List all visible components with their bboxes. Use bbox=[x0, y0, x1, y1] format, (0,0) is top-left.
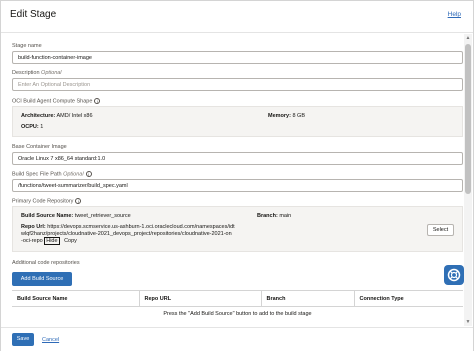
base-image-input[interactable]: Oracle Linux 7 x86_64 standard:1.0 bbox=[12, 152, 463, 165]
info-icon[interactable]: i bbox=[75, 198, 82, 204]
panel-title: Edit Stage bbox=[10, 9, 57, 20]
branch-value: main bbox=[279, 213, 292, 219]
description-label: Description Optional bbox=[12, 70, 62, 76]
column-build-source-name[interactable]: Build Source Name bbox=[12, 290, 139, 307]
compute-shape-label: OCI Build Agent Compute Shape i bbox=[12, 98, 101, 104]
ocpu-label: OCPU: bbox=[21, 124, 39, 130]
stage-name-label: Stage name bbox=[12, 43, 42, 49]
scroll-down-icon[interactable]: ▼ bbox=[465, 319, 471, 325]
copy-link[interactable]: Copy bbox=[64, 238, 77, 244]
additional-repos-label: Additional code repositories bbox=[12, 260, 80, 266]
architecture-value: AMD/ Intel x86 bbox=[56, 113, 93, 119]
compute-shape-box: Architecture: AMD/ Intel x86 Memory: 8 G… bbox=[12, 106, 463, 137]
memory-label: Memory: bbox=[268, 113, 291, 119]
column-repo-url[interactable]: Repo URL bbox=[138, 290, 261, 307]
source-name-label: Build Source Name: bbox=[21, 213, 74, 219]
edit-stage-panel: Edit Stage Help Stage name build-functio… bbox=[0, 0, 474, 351]
cancel-link[interactable]: Cancel bbox=[42, 337, 59, 343]
scroll-up-icon[interactable]: ▲ bbox=[465, 35, 471, 41]
info-icon[interactable]: i bbox=[94, 98, 101, 104]
select-repo-button[interactable]: Select bbox=[427, 224, 454, 236]
panel-footer: Save Cancel bbox=[1, 327, 473, 351]
architecture-label: Architecture: bbox=[21, 113, 56, 119]
primary-repo-box: Build Source Name: tweet_retriever_sourc… bbox=[12, 206, 463, 252]
source-name-value: tweet_retriever_source bbox=[74, 213, 131, 219]
repo-url-label: Repo Url: bbox=[21, 224, 46, 230]
panel-header: Edit Stage Help bbox=[1, 1, 473, 33]
description-input[interactable]: Enter An Optional Description bbox=[12, 78, 463, 91]
column-connection-type[interactable]: Connection Type bbox=[353, 290, 463, 307]
base-image-label: Base Container Image bbox=[12, 144, 67, 150]
save-button[interactable]: Save bbox=[12, 333, 34, 346]
ocpu-value: 1 bbox=[40, 124, 44, 130]
repo-url: Repo Url: https://devops.scmservice.us-a… bbox=[21, 224, 235, 245]
primary-repo-label: Primary Code Repository i bbox=[12, 198, 82, 204]
add-build-source-button[interactable]: Add Build Source bbox=[12, 272, 72, 286]
build-spec-label: Build Spec File Path Optional i bbox=[12, 171, 92, 177]
memory-value: 8 GB bbox=[292, 113, 305, 119]
info-icon[interactable]: i bbox=[85, 171, 92, 177]
table-header-row: Build Source Name Repo URL Branch Connec… bbox=[12, 290, 463, 307]
help-link[interactable]: Help bbox=[448, 11, 461, 18]
support-lifebuoy-icon[interactable] bbox=[444, 265, 464, 285]
form-body[interactable]: Stage name build-function-container-imag… bbox=[1, 34, 473, 326]
empty-table-message: Press the "Add Build Source" button to a… bbox=[163, 311, 312, 317]
table-row: Press the "Add Build Source" button to a… bbox=[12, 307, 463, 322]
column-branch[interactable]: Branch bbox=[260, 290, 354, 307]
scrollbar-thumb[interactable] bbox=[465, 44, 471, 194]
scrollbar[interactable]: ▲ ▼ bbox=[464, 34, 472, 326]
build-sources-table: Build Source Name Repo URL Branch Connec… bbox=[12, 290, 463, 321]
branch-label: Branch: bbox=[257, 213, 278, 219]
hide-link[interactable]: Hide bbox=[44, 237, 60, 245]
stage-name-input[interactable]: build-function-container-image bbox=[12, 51, 463, 64]
build-spec-input[interactable]: /functions/tweet-summarizer/build_spec.y… bbox=[12, 179, 463, 192]
